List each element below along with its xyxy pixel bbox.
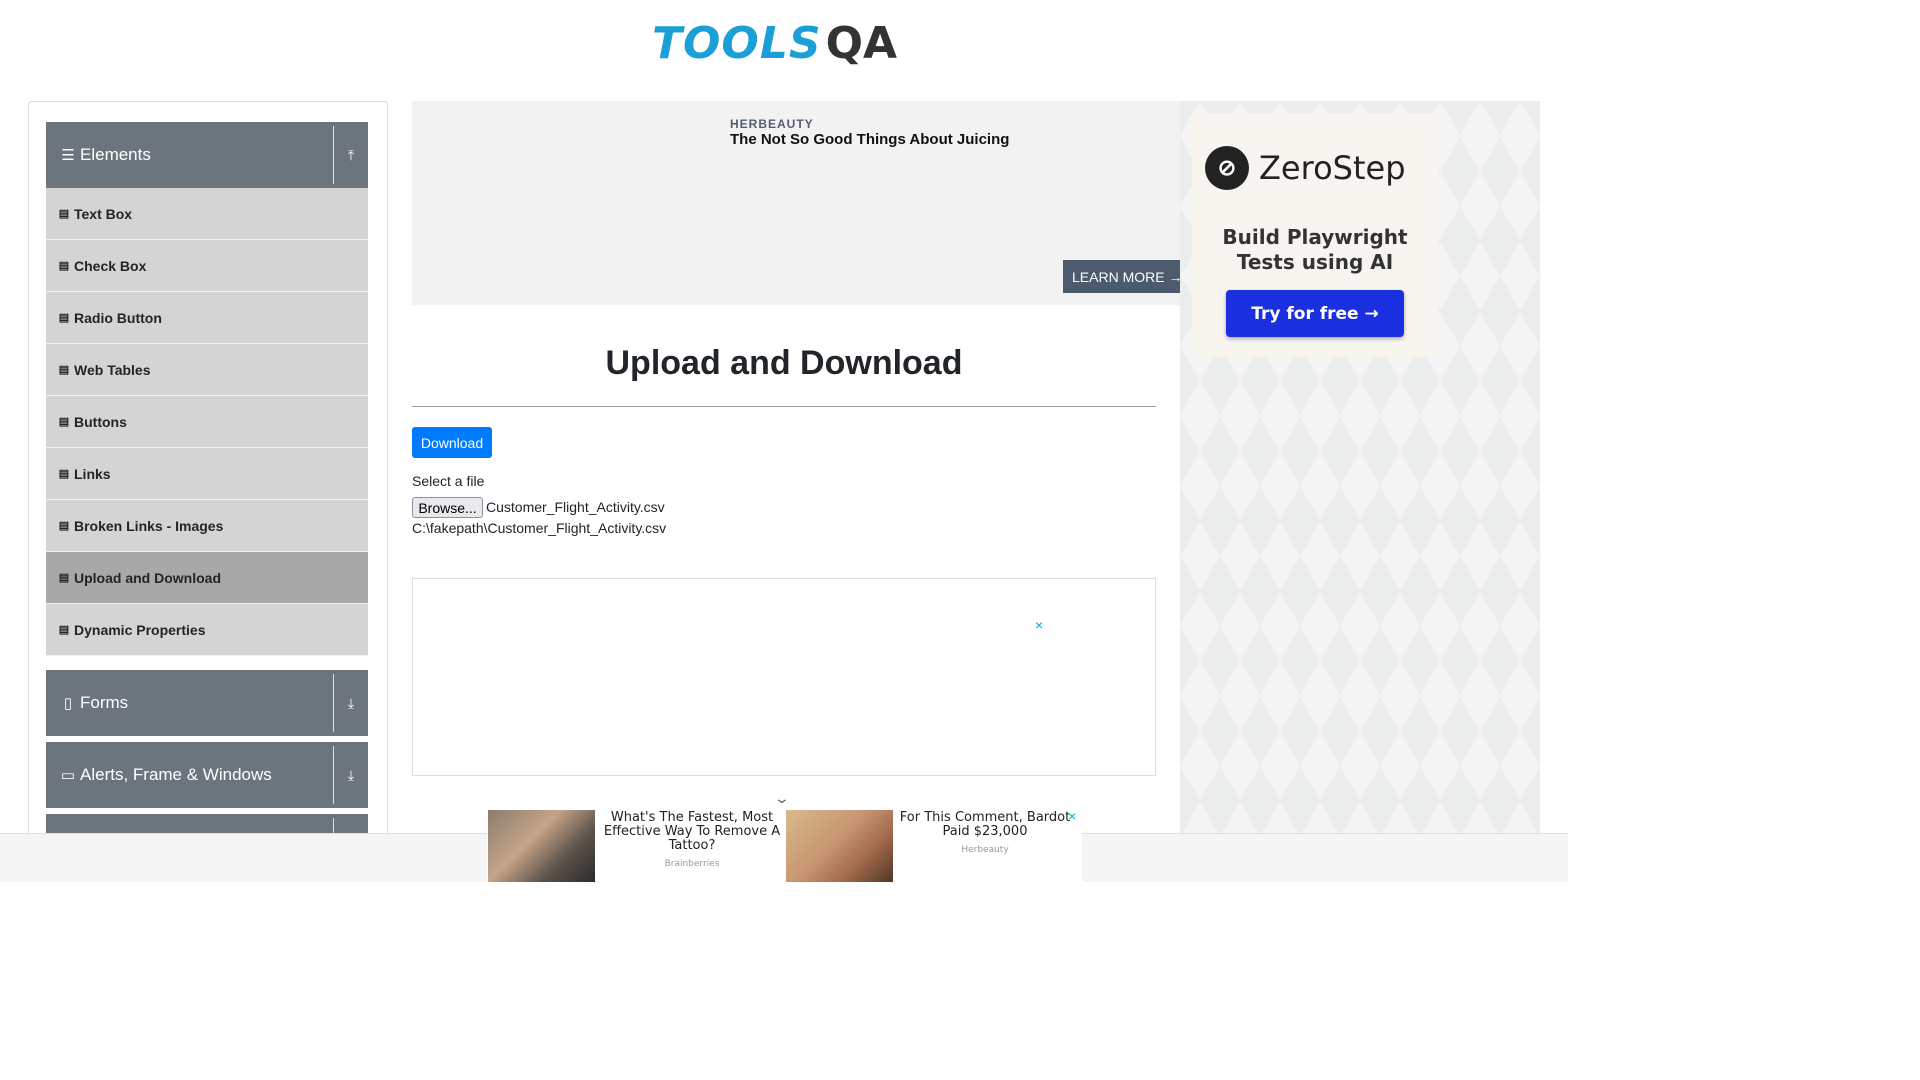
group-label: Alerts, Frame & Windows <box>80 765 272 784</box>
group-label: Forms <box>80 693 129 712</box>
sidebar-item-label: Web Tables <box>74 361 151 378</box>
sidebar-item-radio-button[interactable]: ▤ Radio Button <box>46 292 368 344</box>
sidebar-item-label: Buttons <box>74 413 127 430</box>
zerostep-tagline: Build Playwright Tests using AI <box>1192 225 1438 275</box>
ad-brand: HERBEAUTY <box>730 117 814 131</box>
ad-item-source: Herbeauty <box>961 845 1009 855</box>
sidebar-item-upload-download[interactable]: ▤ Upload and Download <box>46 552 368 604</box>
sidebar-item-label: Upload and Download <box>74 569 221 586</box>
sidebar-item-label: Check Box <box>74 257 147 274</box>
uploaded-file-path: C:\fakepath\Customer_Flight_Activity.csv <box>412 520 667 536</box>
sidebar-item-label: Dynamic Properties <box>74 621 206 638</box>
group-forms[interactable]: ▯ Forms ⤓ <box>46 670 368 736</box>
zerostep-logo: ⊘ ZeroStep <box>1205 146 1406 190</box>
upload-arrow-icon[interactable]: ⤒ <box>342 122 360 188</box>
page-title: Upload and Download <box>605 344 963 382</box>
browse-button[interactable]: Browse... <box>412 497 483 518</box>
sidebar-item-label: Broken Links - Images <box>74 517 224 534</box>
download-arrow-icon[interactable]: ⤓ <box>342 670 360 736</box>
learn-more-button[interactable]: LEARN MORE → <box>1063 260 1180 293</box>
chevron-down-icon[interactable]: ⌄ <box>774 790 790 807</box>
sidebar-item-text-box[interactable]: ▤ Text Box <box>46 188 368 240</box>
item-icon: ▤ <box>58 572 70 584</box>
bottom-ad[interactable]: What's The Fastest, Most Effective Way T… <box>487 808 1082 882</box>
group-divider <box>333 746 334 804</box>
try-for-free-button[interactable]: Try for free → <box>1226 290 1404 337</box>
logo-qa-text: QA <box>825 17 898 69</box>
window-icon: ▭ <box>60 767 76 784</box>
form-icon: ▯ <box>63 695 73 712</box>
download-button[interactable]: Download <box>412 427 492 458</box>
group-label: Elements <box>80 145 151 164</box>
tagline-line2: Tests using AI <box>1236 250 1394 274</box>
item-icon: ▤ <box>58 208 70 220</box>
ad-item-source: Brainberries <box>664 859 720 869</box>
ad-item-text[interactable]: For This Comment, Bardot Paid $23,000 <box>893 811 1077 839</box>
sidebar-item-dynamic-properties[interactable]: ▤ Dynamic Properties <box>46 604 368 656</box>
sidebar-item-label: Text Box <box>74 205 133 222</box>
sidebar-item-check-box[interactable]: ▤ Check Box <box>46 240 368 292</box>
item-icon: ▤ <box>58 520 70 532</box>
zerostep-ad-card[interactable]: ⊘ ZeroStep Build Playwright Tests using … <box>1192 113 1438 357</box>
site-header: TOOLS QA <box>0 0 1568 90</box>
group-alerts-frame-windows[interactable]: ▭ Alerts, Frame & Windows ⤓ <box>46 742 368 808</box>
close-icon[interactable]: × <box>1068 808 1076 824</box>
zerostep-name: ZeroStep <box>1259 149 1406 187</box>
title-divider <box>412 406 1156 407</box>
right-ad-panel[interactable]: ⊘ ZeroStep Build Playwright Tests using … <box>1180 101 1540 841</box>
ad-item-text[interactable]: What's The Fastest, Most Effective Way T… <box>595 811 789 853</box>
item-icon: ▤ <box>58 624 70 636</box>
item-icon: ▤ <box>58 312 70 324</box>
group-divider <box>333 126 334 184</box>
tagline-line1: Build Playwright <box>1222 225 1408 249</box>
item-icon: ▤ <box>58 260 70 272</box>
ad-thumbnail-image[interactable] <box>786 810 893 882</box>
sidebar-item-label: Radio Button <box>74 309 162 326</box>
group-elements[interactable]: ☰ Elements ⤒ <box>46 122 368 188</box>
left-sidebar: ☰ Elements ⤒ ▤ Text Box ▤ Check Box ▤ Ra… <box>28 101 388 861</box>
sidebar-item-broken-links[interactable]: ▤ Broken Links - Images <box>46 500 368 552</box>
top-ad-banner[interactable]: HERBEAUTY The Not So Good Things About J… <box>412 101 1180 305</box>
item-icon: ▤ <box>58 416 70 428</box>
ad-headline[interactable]: The Not So Good Things About Juicing <box>730 131 1009 148</box>
empty-ad-frame: × <box>412 578 1156 776</box>
item-icon: ▤ <box>58 364 70 376</box>
download-arrow-icon[interactable]: ⤓ <box>342 742 360 808</box>
sidebar-item-buttons[interactable]: ▤ Buttons <box>46 396 368 448</box>
close-icon[interactable]: × <box>1035 617 1043 633</box>
item-icon: ▤ <box>58 468 70 480</box>
group-divider <box>333 674 334 732</box>
zerostep-logo-icon: ⊘ <box>1205 146 1249 190</box>
sidebar-item-label: Links <box>74 465 111 482</box>
select-file-label: Select a file <box>412 473 485 489</box>
sidebar-item-web-tables[interactable]: ▤ Web Tables <box>46 344 368 396</box>
selected-file-name: Customer_Flight_Activity.csv <box>486 499 665 515</box>
sidebar-item-links[interactable]: ▤ Links <box>46 448 368 500</box>
toolsqa-logo[interactable]: TOOLS QA <box>652 10 920 76</box>
hamburger-icon: ☰ <box>61 147 75 164</box>
logo-tools-text: TOOLS <box>652 17 822 69</box>
ad-thumbnail-image[interactable] <box>488 810 595 882</box>
